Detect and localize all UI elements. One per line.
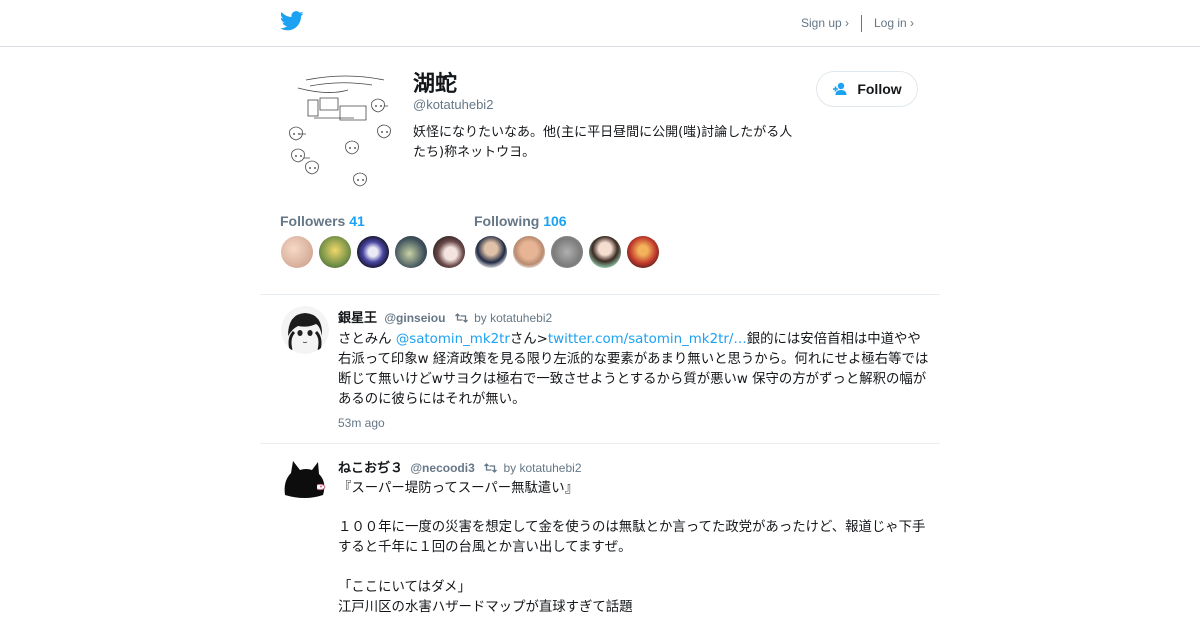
following-number: 106	[543, 213, 567, 229]
retweeted-by: by kotatuhebi2	[474, 311, 553, 325]
tweet-text-line: 『スーパー堤防ってスーパー無駄遣い』	[338, 481, 579, 496]
profile-name: 湖蛇	[413, 72, 458, 97]
tweet-mention[interactable]: @satomin_mk2tr	[396, 332, 510, 347]
followers-avatars	[281, 236, 465, 268]
tweet-author-handle[interactable]: @ginseiou	[384, 311, 445, 325]
following-avatar[interactable]	[551, 236, 583, 268]
tweet-author-name[interactable]: 銀星王	[338, 311, 377, 326]
tweet-link[interactable]: twitter.com/satomin_mk2tr/…	[548, 332, 747, 347]
following-avatar[interactable]	[475, 236, 507, 268]
profile-bio: 妖怪になりたいなあ。他(主に平日昼間に公開(嗤)討論したがる人たち)称ネットウヨ…	[413, 125, 793, 160]
tweet-text-pre: さとみん	[338, 332, 396, 347]
following-avatar[interactable]	[627, 236, 659, 268]
divider	[260, 443, 940, 444]
nav-divider	[861, 15, 862, 32]
retweet-icon	[484, 463, 498, 473]
follow-button[interactable]: Follow	[816, 71, 918, 107]
top-bar: Sign up › Log in ›	[0, 0, 1200, 47]
tweet-text-mid: さん>	[509, 332, 548, 347]
following-label: Following	[474, 213, 540, 229]
tweet-avatar[interactable]	[281, 306, 329, 354]
follower-avatar[interactable]	[357, 236, 389, 268]
twitter-bird-icon[interactable]	[280, 11, 304, 31]
following-count[interactable]: Following 106	[474, 213, 567, 229]
tweet-header: 銀星王 @ginseiou by kotatuhebi2	[338, 307, 552, 326]
tweet-text: さとみん @satomin_mk2trさん>twitter.com/satomi…	[338, 330, 930, 410]
profile-handle: @kotatuhebi2	[413, 97, 494, 112]
tweet-avatar[interactable]	[281, 455, 329, 503]
profile-avatar[interactable]	[280, 66, 404, 190]
follow-label: Follow	[857, 81, 902, 97]
signup-link[interactable]: Sign up ›	[801, 16, 849, 30]
login-link[interactable]: Log in ›	[874, 16, 914, 30]
followers-label: Followers	[280, 213, 346, 229]
follower-avatar[interactable]	[433, 236, 465, 268]
tweet-text-line: １００年に一度の災害を想定して金を使うのは無駄とか言ってた政党があったけど、報道…	[338, 520, 926, 555]
tweet-text-line: 江戸川区の水害ハザードマップが直球すぎて話題	[338, 600, 633, 615]
followers-number: 41	[349, 213, 365, 229]
following-avatars	[475, 236, 659, 268]
follower-avatar[interactable]	[319, 236, 351, 268]
follower-avatar[interactable]	[281, 236, 313, 268]
tweet-author-handle[interactable]: @necoodi3	[410, 461, 474, 475]
retweet-icon	[454, 313, 468, 323]
retweeted-by: by kotatuhebi2	[503, 461, 582, 475]
following-avatar[interactable]	[513, 236, 545, 268]
tweet-text-line: 「ここにいてはダメ」	[338, 580, 471, 595]
add-user-icon	[833, 82, 847, 95]
divider	[260, 294, 940, 295]
tweet-header: ねこおぢ３ @necoodi3 by kotatuhebi2	[338, 457, 582, 476]
following-avatar[interactable]	[589, 236, 621, 268]
tweet-timestamp[interactable]: 53m ago	[338, 416, 385, 430]
followers-count[interactable]: Followers 41	[280, 213, 365, 229]
follower-avatar[interactable]	[395, 236, 427, 268]
tweet-author-name[interactable]: ねこおぢ３	[338, 461, 403, 476]
